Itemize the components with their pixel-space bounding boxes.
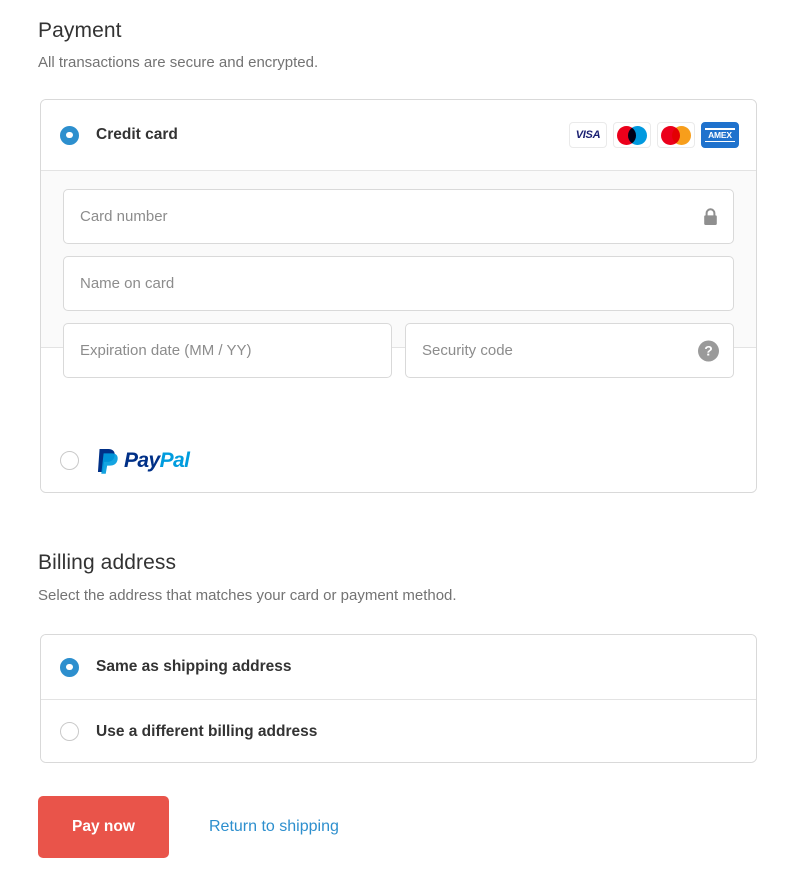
mastercard-logo xyxy=(657,122,695,148)
different-address-label: Use a different billing address xyxy=(96,722,318,740)
maestro-logo xyxy=(613,122,651,148)
paypal-label-pal: Pal xyxy=(159,448,190,472)
return-to-shipping-link[interactable]: Return to shipping xyxy=(209,818,339,836)
visa-logo: VISA xyxy=(569,122,607,148)
payment-section-title: Payment xyxy=(38,19,122,42)
payment-method-paypal[interactable]: Pay Pal xyxy=(41,428,756,492)
lock-icon xyxy=(703,207,718,226)
pay-now-button[interactable]: Pay now xyxy=(38,796,169,858)
payment-methods-panel: Credit card VISA AMEX Card number Name o… xyxy=(40,99,757,493)
mastercard-circles xyxy=(661,125,691,145)
amex-logo: AMEX xyxy=(701,122,739,148)
expiration-date-placeholder: Expiration date (MM / YY) xyxy=(80,342,252,359)
expiry-security-row: Expiration date (MM / YY) Security code … xyxy=(63,323,734,378)
payment-section-subtitle: All transactions are secure and encrypte… xyxy=(38,54,319,71)
same-as-shipping-label: Same as shipping address xyxy=(96,658,292,675)
expiration-date-field[interactable]: Expiration date (MM / YY) xyxy=(63,323,392,378)
paypal-label-pay: Pay xyxy=(124,448,160,472)
help-icon[interactable]: ? xyxy=(698,340,719,361)
billing-option-different-address[interactable]: Use a different billing address xyxy=(41,699,756,762)
billing-address-panel: Same as shipping address Use a different… xyxy=(40,634,757,763)
maestro-circles xyxy=(617,125,647,145)
name-on-card-placeholder: Name on card xyxy=(80,275,175,292)
security-code-field[interactable]: Security code ? xyxy=(405,323,734,378)
security-code-placeholder: Security code xyxy=(422,342,513,359)
payment-method-credit-card[interactable]: Credit card VISA AMEX xyxy=(41,100,756,171)
credit-card-label: Credit card xyxy=(96,126,178,143)
card-number-placeholder: Card number xyxy=(80,208,168,225)
footer-actions: Pay now Return to shipping xyxy=(38,796,339,858)
paypal-radio[interactable] xyxy=(60,450,79,470)
billing-section-subtitle: Select the address that matches your car… xyxy=(38,587,457,604)
card-brand-list: VISA AMEX xyxy=(569,122,739,148)
credit-card-form: Card number Name on card Expiration date… xyxy=(41,171,756,378)
card-number-field[interactable]: Card number xyxy=(63,189,734,244)
credit-card-radio[interactable] xyxy=(60,125,79,145)
different-address-radio[interactable] xyxy=(60,722,79,741)
name-on-card-field[interactable]: Name on card xyxy=(63,256,734,311)
same-as-shipping-radio[interactable] xyxy=(60,657,79,677)
checkout-payment-page: Payment All transactions are secure and … xyxy=(0,0,792,879)
billing-option-same-as-shipping[interactable]: Same as shipping address xyxy=(41,635,756,699)
billing-section-title: Billing address xyxy=(38,551,177,574)
paypal-logo: Pay Pal xyxy=(96,447,190,474)
